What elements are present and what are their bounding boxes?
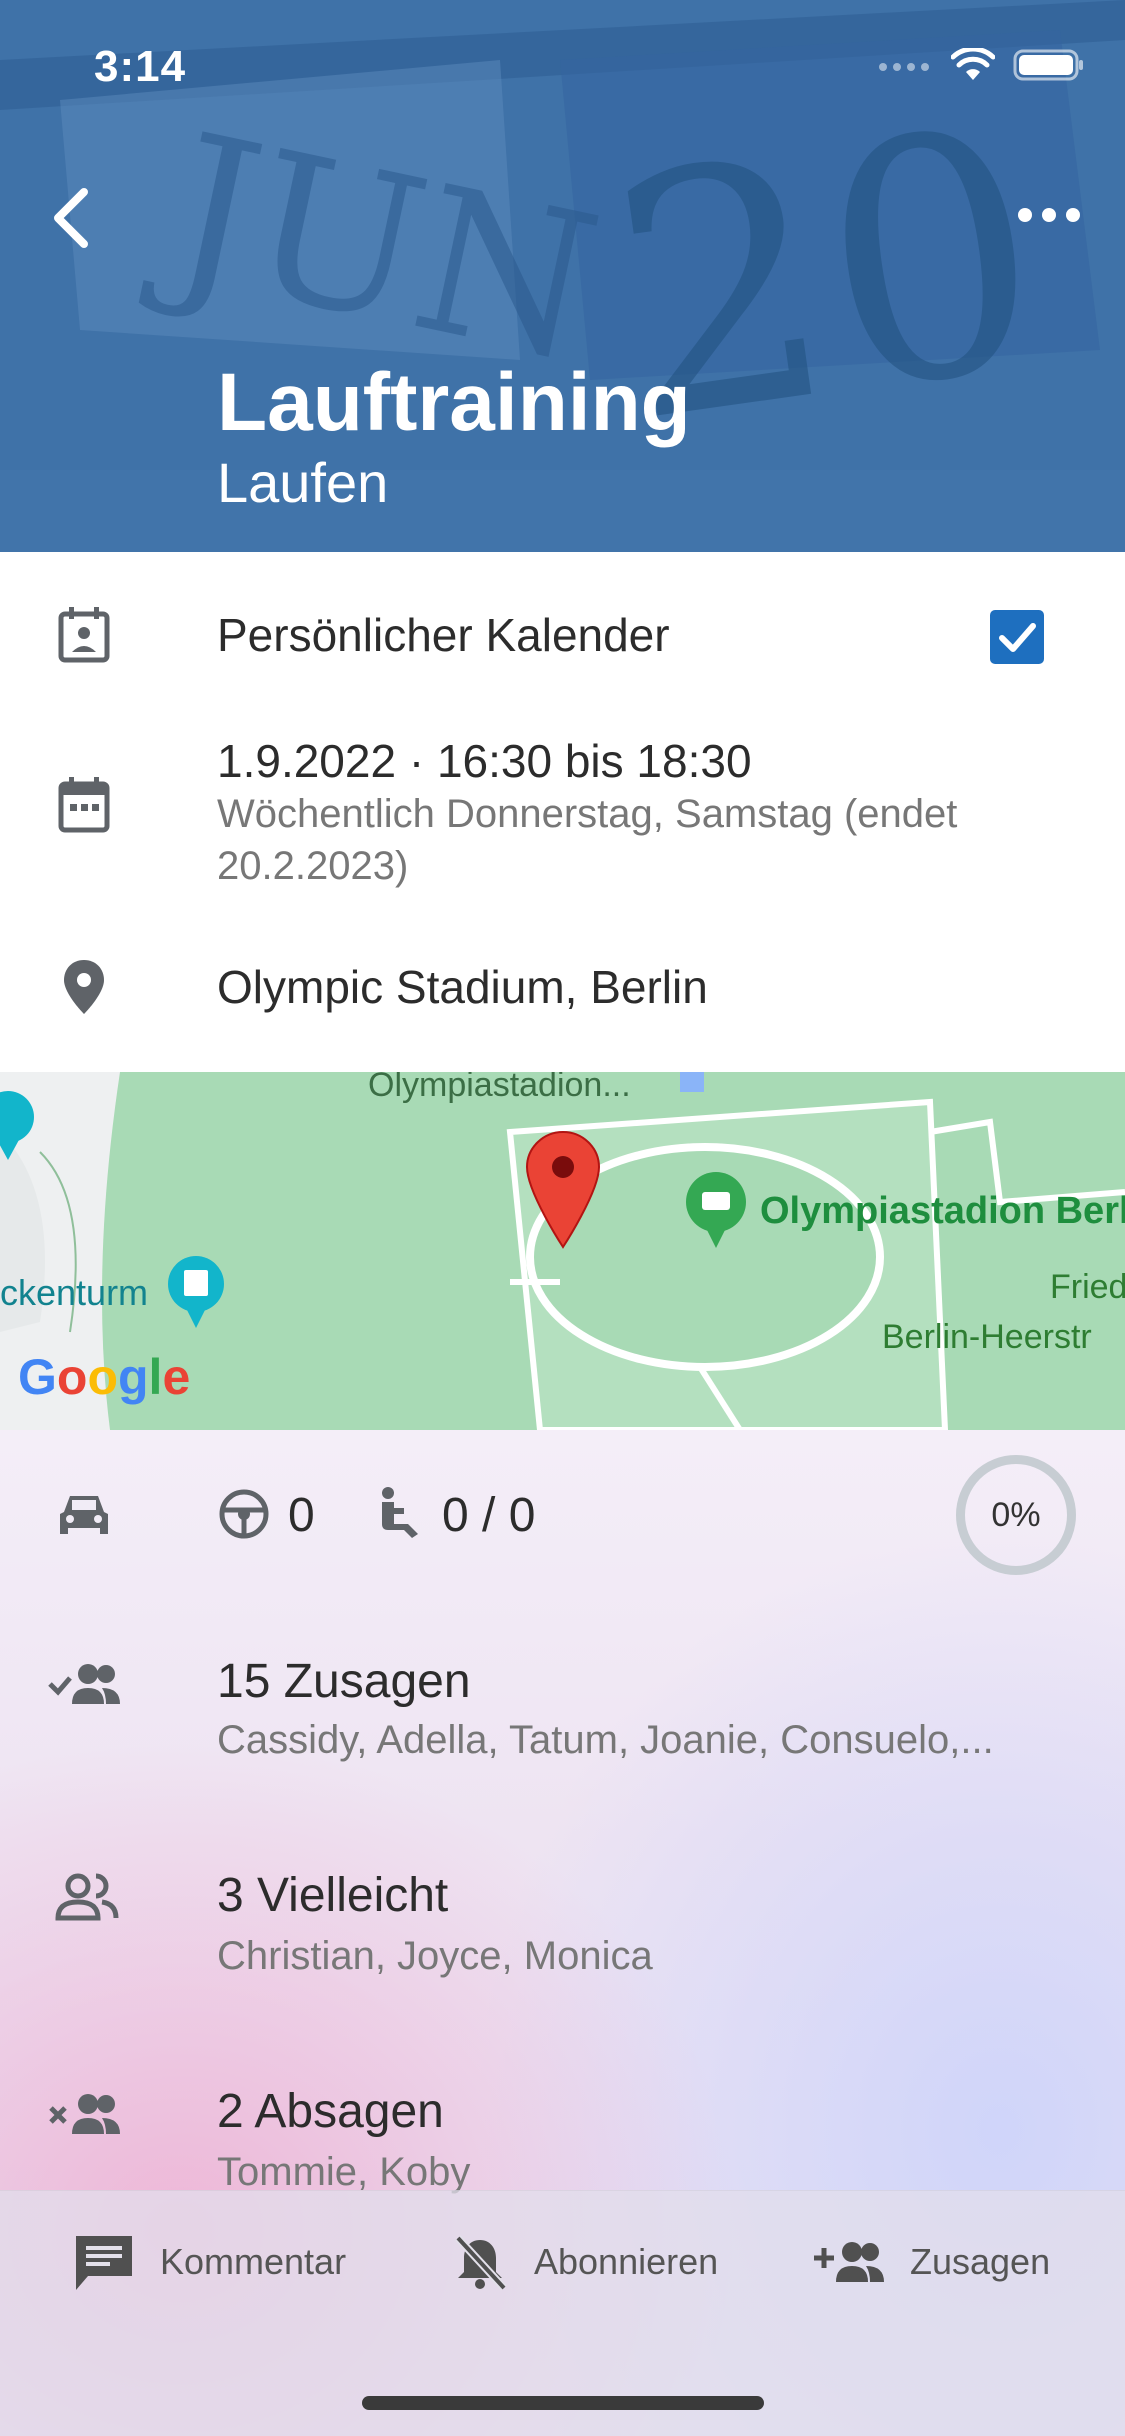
subscribe-button[interactable]: Abonnieren: [450, 2232, 718, 2292]
passenger-seat-icon: [382, 1487, 418, 1538]
calendar-icon: [58, 777, 110, 833]
calendar-label: Persönlicher Kalender: [217, 609, 670, 661]
event-header: JUN 20 3:14 Lauftraining Laufen: [0, 0, 1125, 552]
map-label-right2: Berlin-Heerstr: [882, 1318, 1092, 1356]
comment-icon: [76, 2236, 132, 2290]
event-date-time: 1.9.2022 · 16:30 bis 18:30: [217, 735, 752, 787]
cellular-signal-icon: [879, 63, 929, 71]
group-maybe-icon: [55, 1873, 119, 1921]
event-subtitle: Laufen: [217, 451, 389, 514]
drivers-count: 0: [288, 1489, 315, 1542]
accepted-title: 15 Zusagen: [217, 1655, 471, 1708]
map-label-right1: Fried: [1050, 1268, 1125, 1306]
group-accepted-icon: [48, 1664, 120, 1704]
maybe-title: 3 Vielleicht: [217, 1869, 449, 1922]
event-recurrence-line2: 20.2.2023): [217, 844, 409, 888]
group-declined-icon: [49, 2094, 120, 2134]
status-time: 3:14: [94, 42, 187, 91]
location-name: Olympic Stadium, Berlin: [217, 961, 708, 1013]
accept-label: Zusagen: [910, 2241, 1051, 2282]
back-button[interactable]: [40, 172, 100, 262]
map-label-tower: ckenturm: [0, 1272, 149, 1313]
transport-progress-ring: 0%: [956, 1455, 1076, 1575]
accepted-names: Cassidy, Adella, Tatum, Joanie, Consuelo…: [217, 1718, 994, 1762]
car-icon: [60, 1496, 108, 1534]
map-label-stadium: Olympiastadion Berl: [760, 1190, 1125, 1232]
google-logo: Google: [18, 1349, 191, 1405]
map-label-top: Olympiastadion...: [368, 1072, 631, 1104]
person-calendar-icon: [58, 607, 110, 663]
comment-button[interactable]: Kommentar: [72, 2232, 346, 2292]
maybe-names: Christian, Joyce, Monica: [217, 1934, 653, 1978]
progress-value: 0%: [991, 1495, 1041, 1534]
event-title: Lauftraining: [217, 357, 691, 448]
add-person-icon: [814, 2242, 884, 2282]
comment-label: Kommentar: [160, 2241, 347, 2282]
seats-count: 0 / 0: [442, 1489, 536, 1542]
check-icon: [999, 623, 1036, 652]
home-indicator: [362, 2396, 764, 2410]
accept-button[interactable]: Zusagen: [812, 2232, 1050, 2292]
battery-icon: [1013, 49, 1083, 81]
calendar-checkbox[interactable]: [990, 610, 1044, 664]
location-map[interactable]: Olympiastadion... Olympiastadion Berl ck…: [0, 1072, 1125, 1430]
more-options-button[interactable]: [1009, 190, 1089, 240]
location-pin-icon: [64, 960, 104, 1014]
wifi-icon: [951, 48, 995, 80]
steering-wheel-icon: [219, 1489, 269, 1539]
event-recurrence-line1: Wöchentlich Donnerstag, Samstag (endet: [217, 792, 958, 836]
subscribe-label: Abonnieren: [534, 2241, 719, 2282]
declined-title: 2 Absagen: [217, 2085, 444, 2138]
notifications-off-icon: [455, 2235, 507, 2291]
status-icons: [877, 48, 1085, 82]
